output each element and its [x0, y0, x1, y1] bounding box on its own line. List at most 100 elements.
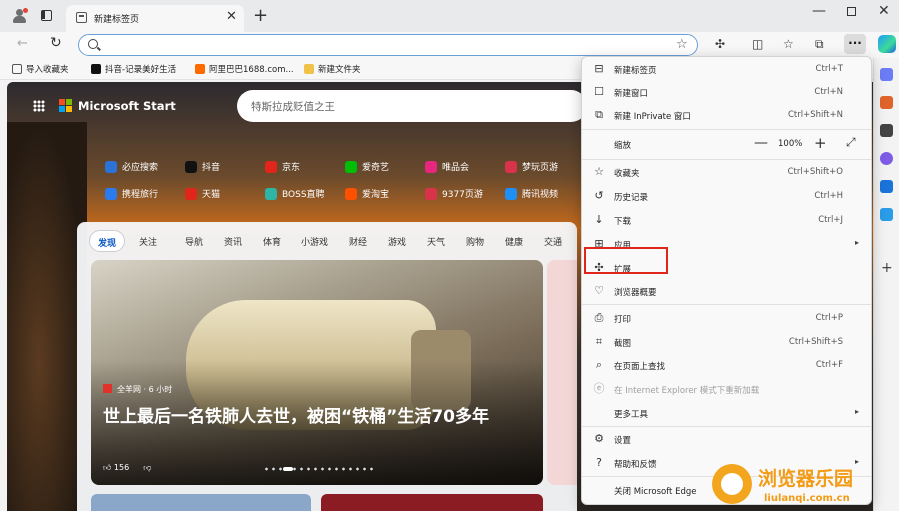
- news-card-thumb[interactable]: [321, 494, 543, 511]
- menu-separator: [582, 426, 871, 427]
- new-window-icon: ☐: [594, 85, 604, 98]
- bookmark-label: 新建文件夹: [318, 65, 361, 75]
- bookmark-label: 阿里巴巴1688.com...: [209, 65, 294, 75]
- new-tab-page-icon: [76, 12, 87, 23]
- quick-link-iqiyi[interactable]: 爱奇艺: [345, 160, 389, 173]
- inprivate-icon: ⧉: [595, 108, 603, 121]
- menu-label: 新建窗口: [614, 89, 649, 99]
- microsoft-logo-icon: [59, 99, 73, 113]
- settings-and-more-button[interactable]: ···: [844, 34, 866, 54]
- feed-tab-minigames[interactable]: 小游戏: [301, 235, 328, 248]
- feed-tab-news[interactable]: 资讯: [224, 235, 242, 248]
- bookmark-1688[interactable]: 阿里巴巴1688.com...: [195, 63, 294, 75]
- refresh-icon[interactable]: ↻: [50, 35, 62, 51]
- quick-link-label: 爱淘宝: [362, 190, 390, 200]
- bookmark-douyin[interactable]: 抖音-记录美好生活: [91, 63, 176, 75]
- quick-link-jd[interactable]: 京东: [265, 160, 300, 173]
- feed-tab-shopping[interactable]: 购物: [466, 235, 484, 248]
- shopping-icon[interactable]: [880, 68, 893, 81]
- menu-find[interactable]: ⌕ 在页面上查找 Ctrl+F: [582, 354, 871, 377]
- news-card-thumb[interactable]: [91, 494, 311, 511]
- import-icon: [12, 64, 22, 74]
- web-search-box[interactable]: 特斯拉成贬值之王: [237, 90, 587, 122]
- zoom-in-icon[interactable]: +: [814, 134, 827, 152]
- quick-link-label: 唯品会: [442, 163, 470, 173]
- ie-mode-icon: ⓔ: [593, 382, 605, 395]
- back-icon[interactable]: ←: [17, 36, 28, 51]
- menu-screenshot[interactable]: ⌗ 截图 Ctrl+Shift+S: [582, 331, 871, 354]
- menu-favorites[interactable]: ☆ 收藏夹 Ctrl+Shift+O: [582, 161, 871, 184]
- feed-tab-sports[interactable]: 体育: [263, 235, 281, 248]
- feed-tab-follow[interactable]: 关注: [139, 235, 157, 248]
- quick-link-9377[interactable]: 9377页游: [425, 187, 483, 200]
- menu-new-inprivate[interactable]: ⧉ 新建 InPrivate 窗口 Ctrl+Shift+N: [582, 104, 871, 127]
- add-favorite-icon[interactable]: ☆: [676, 37, 688, 52]
- feed-tab-discover[interactable]: 发现: [89, 230, 126, 252]
- zoom-out-icon[interactable]: —: [754, 135, 768, 151]
- new-tab-button[interactable]: +: [253, 5, 268, 26]
- quick-link-aitaobao[interactable]: 爱淘宝: [345, 187, 389, 200]
- menu-print[interactable]: ⎙ 打印 Ctrl+P: [582, 307, 871, 330]
- collections-icon[interactable]: ⧉: [815, 37, 824, 51]
- address-bar[interactable]: ☆: [78, 34, 698, 56]
- games-icon[interactable]: [880, 124, 893, 137]
- quick-link-tencent-video[interactable]: 腾讯视频: [505, 187, 558, 200]
- maximize-icon[interactable]: [847, 7, 856, 16]
- side-news-card[interactable]: [547, 260, 577, 485]
- hero-news-card[interactable]: 全羊网 · 6 小时 世上最后一名铁肺人去世，被困“铁桶”生活70多年 👍︎ 1…: [91, 260, 543, 485]
- quick-link-vip[interactable]: 唯品会: [425, 160, 469, 173]
- microsoft365-icon[interactable]: [880, 152, 893, 165]
- menu-shortcut: Ctrl+Shift+S: [788, 337, 843, 347]
- minimize-icon[interactable]: —: [812, 3, 826, 19]
- bookmark-folder[interactable]: 新建文件夹: [304, 63, 361, 75]
- submenu-arrow-icon: ▸: [854, 407, 859, 416]
- carousel-dots[interactable]: [263, 467, 373, 471]
- menu-settings[interactable]: ⚙ 设置: [582, 428, 871, 451]
- bookmark-label: 抖音-记录美好生活: [105, 65, 177, 75]
- feed-tab-nav[interactable]: 导航: [185, 235, 203, 248]
- menu-downloads[interactable]: ↓ 下载 Ctrl+J: [582, 209, 871, 232]
- hero-source: 全羊网 · 6 小时: [103, 384, 172, 395]
- drop-icon[interactable]: [880, 208, 893, 221]
- feed-tab-traffic[interactable]: 交通: [544, 235, 562, 248]
- menu-history[interactable]: ↺ 历史记录 Ctrl+H: [582, 185, 871, 208]
- feed-tab-games[interactable]: 游戏: [388, 235, 406, 248]
- quick-link-boss[interactable]: BOSS直聘: [265, 187, 325, 200]
- quick-link-tmall[interactable]: 天猫: [185, 187, 220, 200]
- feed-tab-finance[interactable]: 财经: [349, 235, 367, 248]
- tab-actions-icon[interactable]: [41, 10, 52, 21]
- menu-shortcut: Ctrl+F: [815, 360, 843, 370]
- dislike-icon[interactable]: 👎︎: [143, 463, 151, 472]
- quick-link-label: 携程旅行: [122, 190, 159, 200]
- quick-link-ctrip[interactable]: 携程旅行: [105, 187, 158, 200]
- split-screen-icon[interactable]: ◫: [752, 37, 763, 51]
- hero-likes[interactable]: 👍︎ 156 👎︎: [103, 463, 151, 473]
- quick-link-mengwan[interactable]: 梦玩页游: [505, 160, 558, 173]
- tab-new-tab[interactable]: 新建标签页 ✕: [66, 5, 244, 32]
- fullscreen-icon[interactable]: ⤢: [846, 135, 856, 150]
- app-launcher-icon[interactable]: [33, 100, 45, 112]
- profile-icon[interactable]: [12, 8, 28, 24]
- tmall-icon: [185, 188, 197, 200]
- feed-tab-weather[interactable]: 天气: [427, 235, 445, 248]
- close-window-icon[interactable]: ✕: [878, 3, 890, 19]
- favorites-toolbar-icon[interactable]: ☆: [783, 37, 794, 51]
- quick-link-douyin[interactable]: 抖音: [185, 160, 220, 173]
- address-input[interactable]: [105, 38, 665, 52]
- copilot-icon[interactable]: [878, 35, 896, 53]
- menu-new-window[interactable]: ☐ 新建窗口 Ctrl+N: [582, 81, 871, 104]
- tools-icon[interactable]: [880, 96, 893, 109]
- hero-title[interactable]: 世上最后一名铁肺人去世，被困“铁桶”生活70多年: [103, 404, 533, 430]
- add-sidebar-app-icon[interactable]: +: [881, 260, 893, 276]
- bookmark-import[interactable]: 导入收藏夹: [12, 63, 69, 75]
- extensions-toolbar-icon[interactable]: ✣: [715, 37, 725, 51]
- quick-link-bing[interactable]: 必应搜索: [105, 160, 158, 173]
- menu-shortcut: Ctrl+N: [814, 87, 843, 97]
- outlook-icon[interactable]: [880, 180, 893, 193]
- feed-tab-health[interactable]: 健康: [505, 235, 523, 248]
- menu-ie-mode[interactable]: ⓔ 在 Internet Explorer 模式下重新加载: [582, 378, 871, 401]
- menu-browser-essentials[interactable]: ♡ 浏览器概要: [582, 280, 871, 303]
- tab-close-icon[interactable]: ✕: [226, 9, 237, 24]
- menu-new-tab[interactable]: ⊟ 新建标签页 Ctrl+T: [582, 58, 871, 81]
- menu-more-tools[interactable]: 更多工具 ▸: [582, 402, 871, 425]
